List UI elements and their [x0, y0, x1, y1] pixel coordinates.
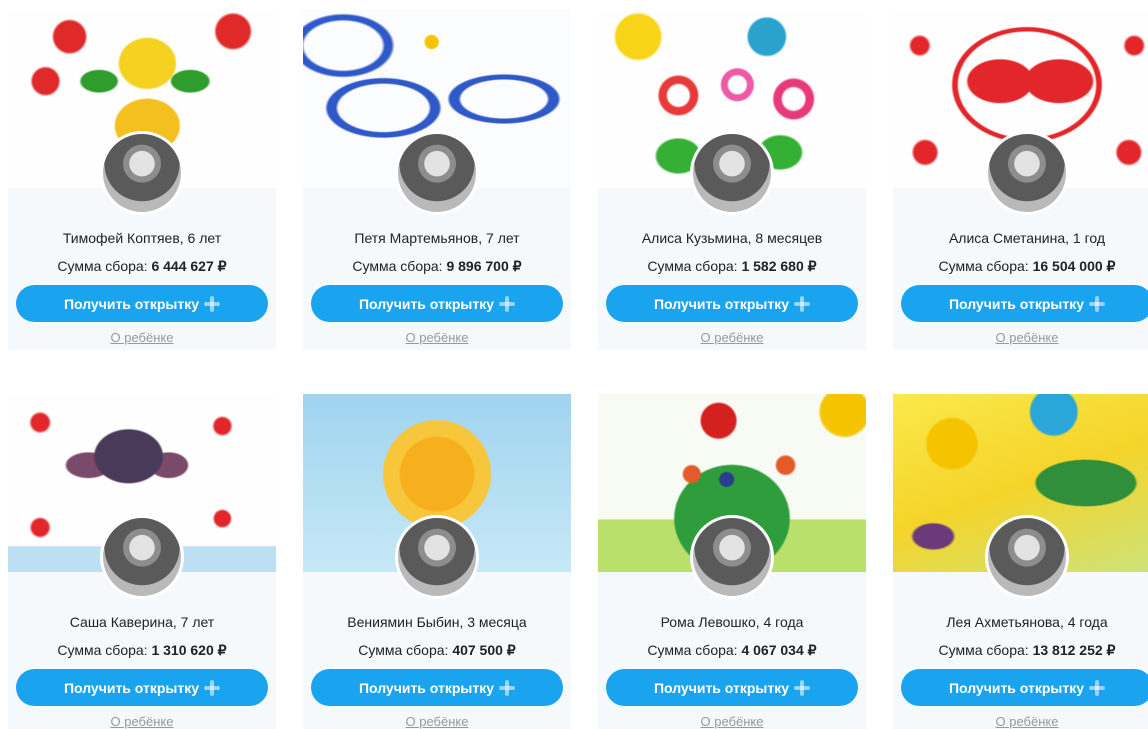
get-postcard-label: Получить открытку: [63, 295, 200, 312]
sum-label: Сумма сбора:: [358, 642, 449, 658]
get-postcard-button[interactable]: Получить открытку: [16, 669, 268, 706]
get-postcard-label: Получить открытку: [948, 679, 1085, 696]
child-name: Тимофей Коптяев, 6 лет: [62, 230, 222, 246]
plus-icon: [1089, 679, 1106, 696]
sum-label: Сумма сбора:: [57, 642, 148, 658]
child-card: Лея Ахметьянова, 4 года Сумма сбора: 13 …: [893, 394, 1148, 729]
get-postcard-label: Получить открытку: [653, 679, 790, 696]
about-child-link[interactable]: О ребёнке: [598, 330, 866, 345]
plus-icon: [794, 295, 811, 312]
fundraising-sum: Сумма сбора: 9 896 700 ₽: [303, 258, 571, 275]
child-photo-avatar: [690, 515, 774, 599]
about-child-link[interactable]: О ребёнке: [8, 330, 276, 345]
sum-value: 4 067 034 ₽: [741, 642, 817, 658]
child-photo-avatar: [985, 131, 1069, 215]
sum-value: 9 896 700 ₽: [446, 258, 522, 274]
about-child-link[interactable]: О ребёнке: [303, 330, 571, 345]
fundraising-sum: Сумма сбора: 1 310 620 ₽: [8, 642, 276, 659]
child-card: Тимофей Коптяев, 6 лет Сумма сбора: 6 44…: [8, 10, 276, 350]
get-postcard-button[interactable]: Получить открытку: [311, 669, 563, 706]
sum-value: 1 310 620 ₽: [151, 642, 227, 658]
sum-value: 16 504 000 ₽: [1032, 258, 1116, 274]
sum-label: Сумма сбора:: [938, 642, 1029, 658]
get-postcard-button[interactable]: Получить открытку: [606, 285, 858, 322]
get-postcard-button[interactable]: Получить открытку: [901, 285, 1148, 322]
child-card: Петя Мартемьянов, 7 лет Сумма сбора: 9 8…: [303, 10, 571, 350]
plus-icon: [499, 679, 516, 696]
child-card: Саша Каверина, 7 лет Сумма сбора: 1 310 …: [8, 394, 276, 729]
get-postcard-label: Получить открытку: [653, 295, 790, 312]
get-postcard-button[interactable]: Получить открытку: [901, 669, 1148, 706]
about-child-link[interactable]: О ребёнке: [8, 714, 276, 729]
child-card: Алиса Сметанина, 1 год Сумма сбора: 16 5…: [893, 10, 1148, 350]
fundraising-sum: Сумма сбора: 4 067 034 ₽: [598, 642, 866, 659]
fundraising-sum: Сумма сбора: 16 504 000 ₽: [893, 258, 1148, 275]
sum-label: Сумма сбора:: [647, 258, 738, 274]
child-photo-avatar: [985, 515, 1069, 599]
child-photo-avatar: [395, 515, 479, 599]
child-photo-avatar: [395, 131, 479, 215]
get-postcard-label: Получить открытку: [948, 295, 1085, 312]
child-photo-avatar: [100, 515, 184, 599]
plus-icon: [204, 679, 221, 696]
children-card-grid: Тимофей Коптяев, 6 лет Сумма сбора: 6 44…: [0, 0, 1148, 729]
get-postcard-label: Получить открытку: [358, 679, 495, 696]
sum-value: 13 812 252 ₽: [1032, 642, 1116, 658]
plus-icon: [204, 295, 221, 312]
sum-value: 1 582 680 ₽: [741, 258, 817, 274]
about-child-link[interactable]: О ребёнке: [303, 714, 571, 729]
about-child-link[interactable]: О ребёнке: [893, 330, 1148, 345]
plus-icon: [499, 295, 516, 312]
sum-value: 407 500 ₽: [452, 642, 516, 658]
child-name: Алиса Кузьмина, 8 месяцев: [641, 230, 823, 246]
child-photo-avatar: [100, 131, 184, 215]
sum-label: Сумма сбора:: [57, 258, 148, 274]
plus-icon: [1089, 295, 1106, 312]
child-card: Алиса Кузьмина, 8 месяцев Сумма сбора: 1…: [598, 10, 866, 350]
get-postcard-label: Получить открытку: [358, 295, 495, 312]
fundraising-sum: Сумма сбора: 1 582 680 ₽: [598, 258, 866, 275]
about-child-link[interactable]: О ребёнке: [893, 714, 1148, 729]
fundraising-sum: Сумма сбора: 13 812 252 ₽: [893, 642, 1148, 659]
child-name: Петя Мартемьянов, 7 лет: [354, 230, 520, 246]
sum-label: Сумма сбора:: [938, 258, 1029, 274]
fundraising-sum: Сумма сбора: 407 500 ₽: [303, 642, 571, 659]
sum-label: Сумма сбора:: [647, 642, 738, 658]
child-name: Саша Каверина, 7 лет: [69, 614, 215, 630]
get-postcard-button[interactable]: Получить открытку: [606, 669, 858, 706]
about-child-link[interactable]: О ребёнке: [598, 714, 866, 729]
get-postcard-button[interactable]: Получить открытку: [311, 285, 563, 322]
child-photo-avatar: [690, 131, 774, 215]
child-name: Вениямин Быбин, 3 месяца: [347, 614, 527, 630]
child-name: Алиса Сметанина, 1 год: [948, 230, 1106, 246]
plus-icon: [794, 679, 811, 696]
child-card: Вениямин Быбин, 3 месяца Сумма сбора: 40…: [303, 394, 571, 729]
child-name: Рома Левошко, 4 года: [660, 614, 804, 630]
child-name: Лея Ахметьянова, 4 года: [946, 614, 1108, 630]
get-postcard-button[interactable]: Получить открытку: [16, 285, 268, 322]
sum-value: 6 444 627 ₽: [151, 258, 227, 274]
sum-label: Сумма сбора:: [352, 258, 443, 274]
child-card: Рома Левошко, 4 года Сумма сбора: 4 067 …: [598, 394, 866, 729]
get-postcard-label: Получить открытку: [63, 679, 200, 696]
fundraising-sum: Сумма сбора: 6 444 627 ₽: [8, 258, 276, 275]
